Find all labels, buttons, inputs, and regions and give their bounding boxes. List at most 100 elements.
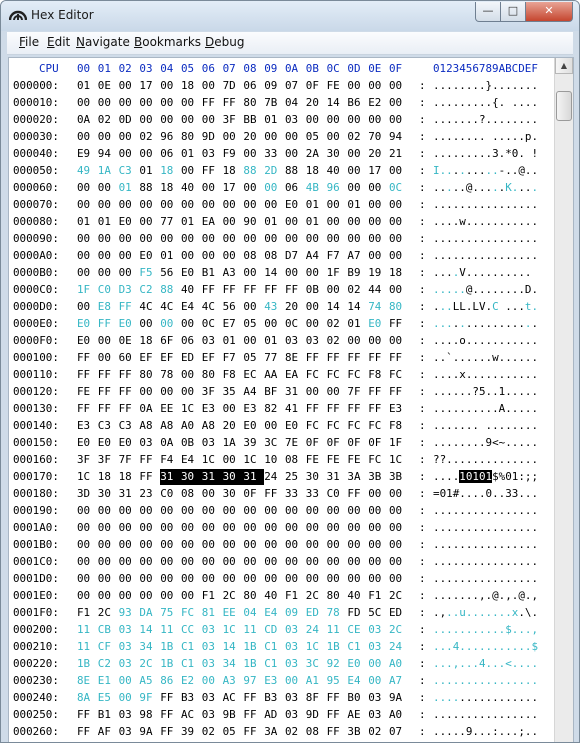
hex-byte[interactable]: 20	[243, 129, 263, 145]
hex-byte[interactable]: 31	[285, 384, 305, 400]
hex-byte[interactable]: 00	[285, 146, 305, 162]
hex-byte[interactable]: 00	[181, 95, 201, 111]
hex-byte[interactable]: 00	[347, 554, 367, 570]
hex-byte[interactable]: 00	[223, 503, 243, 519]
hex-byte[interactable]: 00	[202, 486, 222, 502]
hex-byte[interactable]: 00	[160, 384, 180, 400]
hex-byte[interactable]: D7	[285, 248, 305, 264]
hex-byte[interactable]: 00	[389, 248, 409, 264]
hex-byte[interactable]: 39	[181, 724, 201, 740]
hex-byte[interactable]: 2C	[306, 588, 326, 604]
hex-byte[interactable]: 00	[202, 78, 222, 94]
hex-byte[interactable]: 03	[119, 707, 139, 723]
hex-byte[interactable]: A0	[181, 418, 201, 434]
hex-byte[interactable]: C2	[98, 656, 118, 672]
hex-byte[interactable]: FF	[243, 724, 263, 740]
minimize-button[interactable]: —	[475, 2, 501, 22]
row-ascii[interactable]: ....x...........	[433, 367, 538, 383]
row-ascii[interactable]: ??..............	[433, 452, 538, 468]
hex-byte[interactable]: CE	[347, 622, 367, 638]
hex-byte[interactable]: A8	[160, 418, 180, 434]
hex-byte[interactable]: 3A	[347, 469, 367, 485]
hex-byte[interactable]: E9	[77, 146, 97, 162]
hex-byte[interactable]: 00	[347, 520, 367, 536]
hex-byte[interactable]: 00	[368, 231, 388, 247]
hex-byte[interactable]: 0B	[181, 435, 201, 451]
hex-byte[interactable]: 00	[389, 554, 409, 570]
row-ascii[interactable]: .........3.*0. !	[433, 146, 538, 162]
hex-byte[interactable]: FF	[98, 367, 118, 383]
hex-byte[interactable]: 40	[327, 163, 347, 179]
hex-byte[interactable]: 11	[77, 622, 97, 638]
hex-byte[interactable]: B1	[98, 707, 118, 723]
hex-byte[interactable]: 86	[160, 673, 180, 689]
hex-byte[interactable]: 00	[243, 554, 263, 570]
hex-byte[interactable]: BF	[264, 384, 284, 400]
hex-byte[interactable]: 03	[202, 707, 222, 723]
menu-navigate[interactable]: Navigate	[76, 35, 130, 49]
hex-byte[interactable]: 00	[264, 180, 284, 196]
hex-byte[interactable]: 03	[285, 690, 305, 706]
hex-byte[interactable]: 03	[202, 639, 222, 655]
hex-byte[interactable]: E0	[119, 316, 139, 332]
hex-byte[interactable]: 05	[306, 129, 326, 145]
row-ascii[interactable]: ...,...4...<....	[433, 656, 538, 672]
hex-byte[interactable]: 00	[98, 333, 118, 349]
hex-byte[interactable]: FF	[327, 707, 347, 723]
hex-byte[interactable]: 00	[368, 333, 388, 349]
hex-byte[interactable]: 00	[306, 554, 326, 570]
hex-byte[interactable]: E4	[181, 299, 201, 315]
hex-byte[interactable]: 03	[368, 639, 388, 655]
hex-byte[interactable]: 01	[347, 316, 367, 332]
hex-byte[interactable]: 00	[119, 503, 139, 519]
hex-byte[interactable]: 01	[264, 112, 284, 128]
hex-byte[interactable]: 00	[119, 146, 139, 162]
hex-byte[interactable]: B1	[202, 265, 222, 281]
hex-byte[interactable]: 00	[119, 537, 139, 553]
hex-byte[interactable]: 80	[139, 367, 159, 383]
hex-byte[interactable]: A8	[139, 418, 159, 434]
hex-byte[interactable]: 00	[160, 554, 180, 570]
hex-byte[interactable]: 00	[181, 112, 201, 128]
hex-byte[interactable]: 01	[306, 214, 326, 230]
hex-byte[interactable]: 0F	[347, 435, 367, 451]
hex-byte[interactable]: 00	[98, 197, 118, 213]
hex-byte[interactable]: 00	[347, 146, 367, 162]
hex-byte[interactable]: 00	[389, 537, 409, 553]
hex-byte[interactable]: 00	[347, 571, 367, 587]
hex-byte[interactable]: 00	[285, 554, 305, 570]
hex-byte[interactable]: E0	[285, 418, 305, 434]
hex-byte[interactable]: 00	[77, 265, 97, 281]
hex-byte[interactable]: 03	[285, 656, 305, 672]
hex-byte[interactable]: 1B	[77, 656, 97, 672]
hex-byte[interactable]: 11	[160, 622, 180, 638]
hex-byte[interactable]: 00	[327, 197, 347, 213]
scroll-up-arrow-icon[interactable]: ▲	[555, 58, 573, 74]
hex-byte[interactable]: 00	[160, 231, 180, 247]
hex-byte[interactable]: 00	[223, 452, 243, 468]
hex-byte[interactable]: 11	[77, 639, 97, 655]
hex-byte[interactable]: 88	[139, 180, 159, 196]
hex-byte[interactable]: 1A	[98, 163, 118, 179]
hex-byte[interactable]: 80	[327, 588, 347, 604]
hex-byte[interactable]: FF	[389, 384, 409, 400]
hex-byte[interactable]: 00	[139, 520, 159, 536]
hex-byte[interactable]: 00	[181, 520, 201, 536]
hex-byte[interactable]: 00	[98, 571, 118, 587]
hex-byte[interactable]: 11	[327, 622, 347, 638]
hex-byte[interactable]: 35	[223, 384, 243, 400]
hex-byte[interactable]: 00	[327, 554, 347, 570]
row-ascii[interactable]: ...LL.LV.C ...t.	[433, 299, 538, 315]
hex-byte[interactable]: 0F	[368, 435, 388, 451]
row-ascii[interactable]: ..........A.....	[433, 401, 538, 417]
hex-byte[interactable]: 00	[347, 163, 367, 179]
hex-byte[interactable]: 00	[306, 503, 326, 519]
hex-byte[interactable]: 00	[243, 537, 263, 553]
hex-byte[interactable]: 0A	[139, 401, 159, 417]
hex-byte[interactable]: E0	[285, 197, 305, 213]
hex-byte[interactable]: 3F	[202, 384, 222, 400]
row-ascii[interactable]: ................	[433, 707, 538, 723]
hex-byte[interactable]: 95	[327, 673, 347, 689]
hex-byte[interactable]: FF	[119, 401, 139, 417]
hex-byte[interactable]: 00	[368, 656, 388, 672]
